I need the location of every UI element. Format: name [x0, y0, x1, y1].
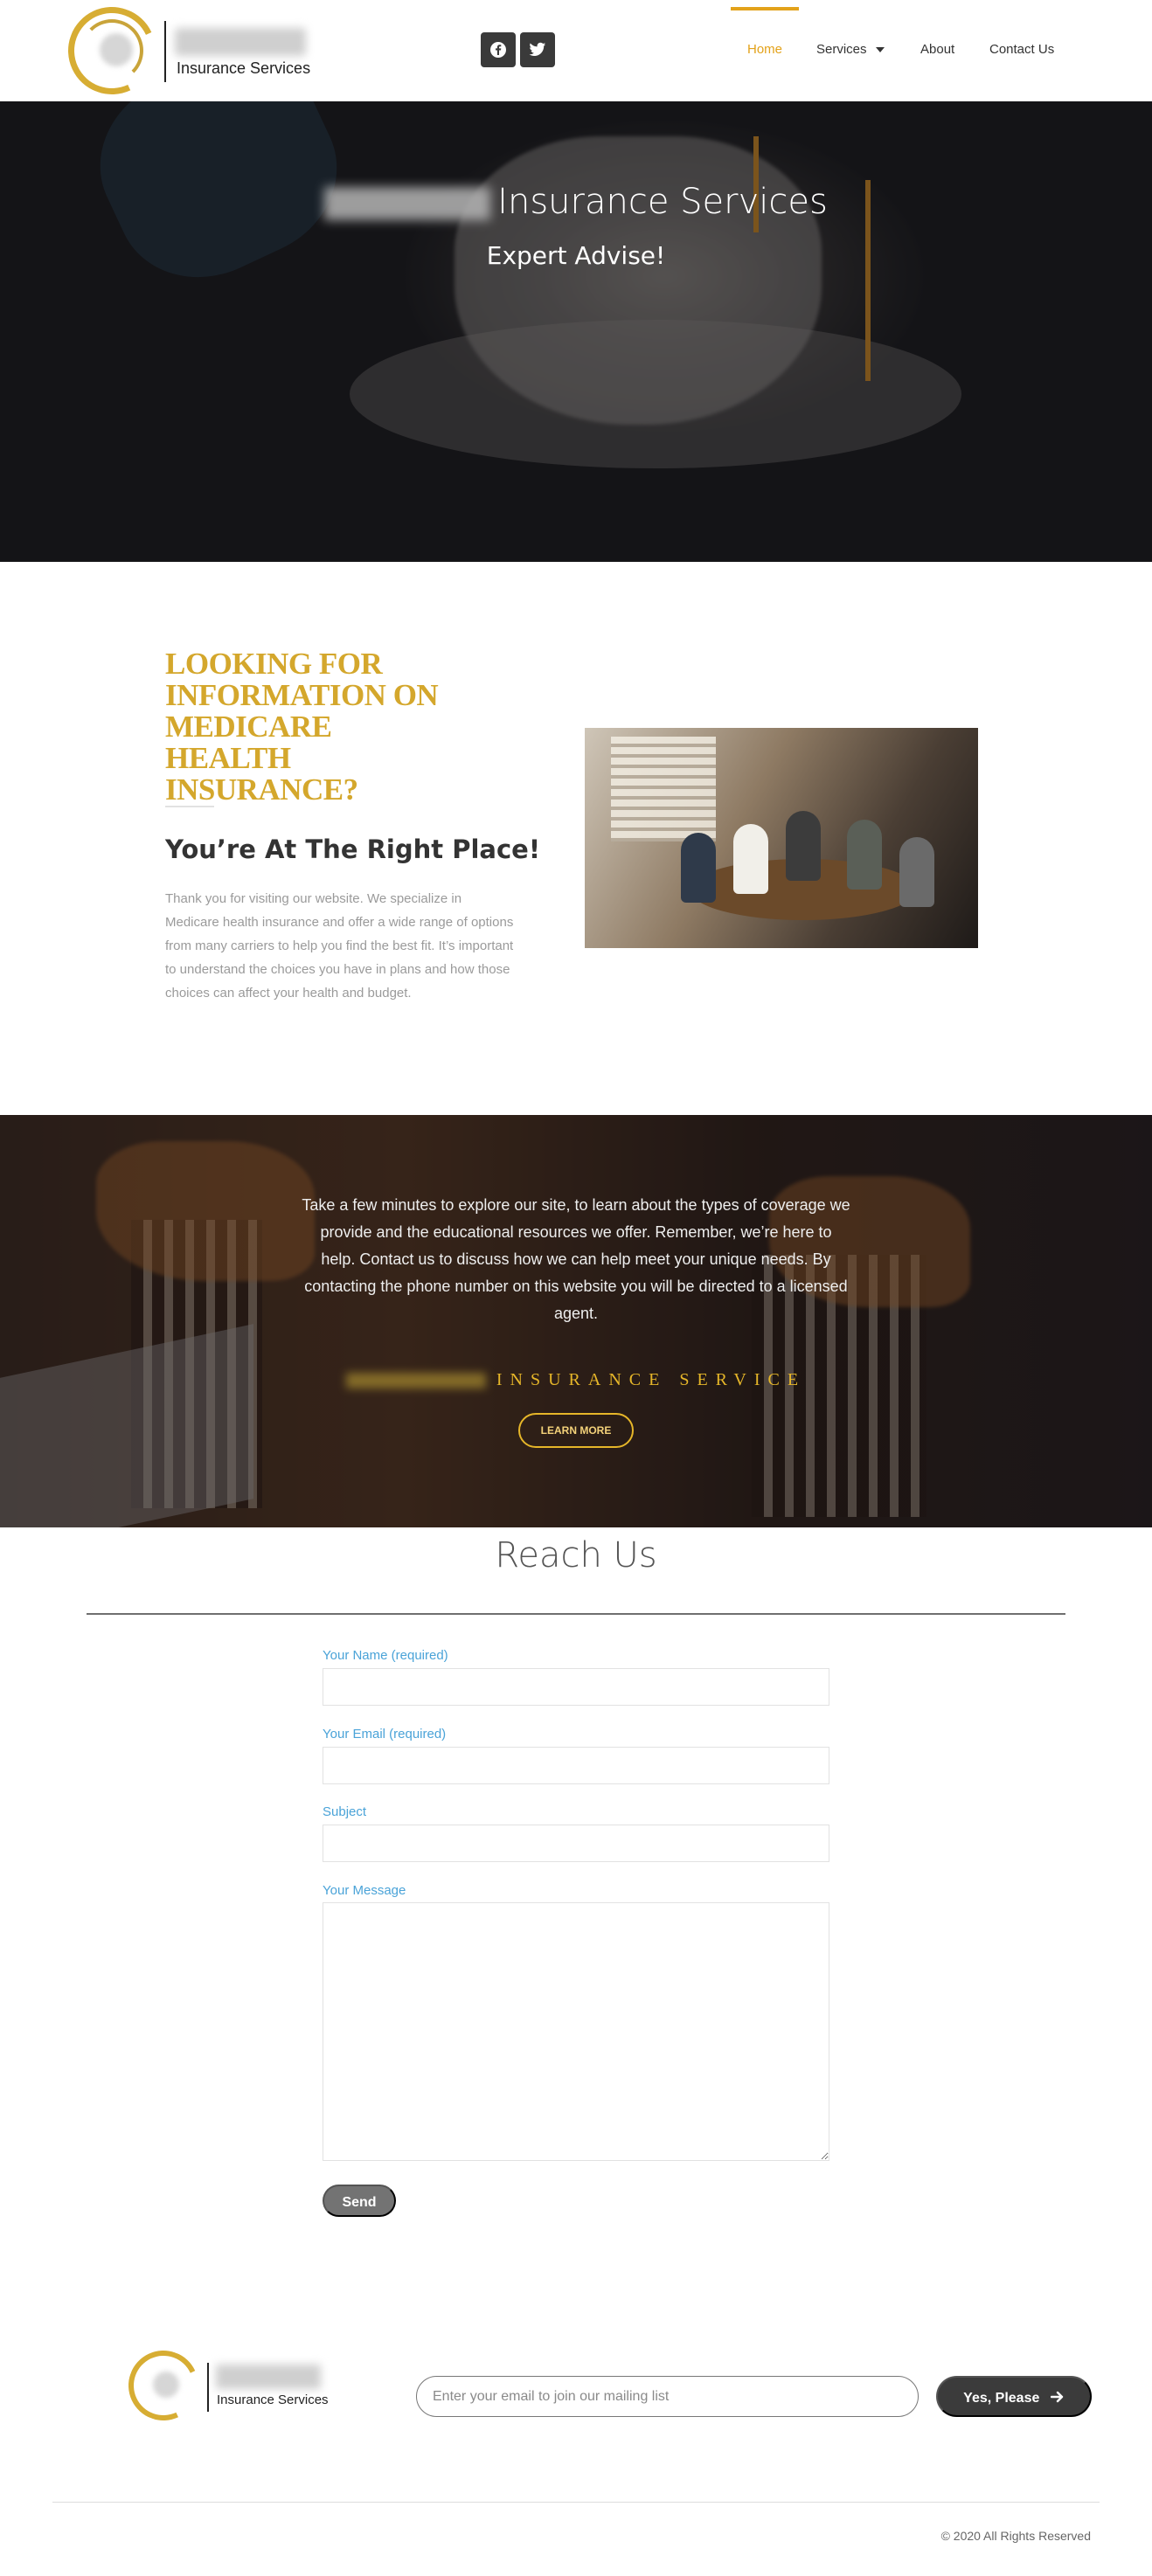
- hero-subtitle: Expert Advise!: [486, 241, 666, 270]
- twitter-button[interactable]: [520, 32, 555, 67]
- email-field[interactable]: [323, 1747, 829, 1784]
- footer-logo-text: Insurance Services: [217, 2392, 329, 2407]
- info-heading: LOOKING FOR INFORMATION ON MEDICARE HEAL…: [165, 647, 439, 807]
- info-divider: [165, 806, 214, 807]
- photo-person: [847, 820, 882, 890]
- learn-more-button[interactable]: LEARN MORE: [518, 1413, 634, 1448]
- caret-down-icon: [875, 47, 885, 53]
- site-logo[interactable]: Insurance Services: [55, 0, 330, 107]
- photo-person: [786, 811, 821, 881]
- hero-overlay: [0, 101, 1152, 562]
- hero-banner: [0, 101, 1152, 562]
- footer-logo-blurred-name: [216, 2365, 321, 2389]
- nav-item-contact[interactable]: Contact Us: [989, 42, 1054, 57]
- footer-logo-blurred-emblem: [153, 2372, 179, 2398]
- subject-label: Subject: [323, 1804, 367, 1819]
- footer-logo-divider: [207, 2363, 209, 2412]
- cta-brand-text: INSURANCE SERVICE: [496, 1370, 807, 1389]
- nav-item-services[interactable]: Services: [816, 42, 885, 57]
- facebook-icon: [490, 42, 506, 58]
- meeting-photo: [585, 728, 978, 948]
- hero-title-text: Insurance Services: [497, 182, 828, 222]
- logo-blurred-name: [175, 28, 306, 56]
- subscribe-button[interactable]: Yes, Please: [936, 2376, 1092, 2417]
- subscribe-label: Yes, Please: [963, 2391, 1040, 2406]
- nav-item-about[interactable]: About: [920, 42, 954, 57]
- mailing-list-email-input[interactable]: [416, 2376, 919, 2417]
- contact-title: Reach Us: [495, 1535, 657, 1575]
- photo-window: [611, 737, 716, 841]
- site-header: Insurance Services Home Services About C…: [0, 0, 1152, 107]
- cta-blurred-brand: [345, 1373, 486, 1389]
- arrow-right-icon: [1050, 2391, 1064, 2403]
- name-field[interactable]: [323, 1668, 829, 1706]
- photo-person: [681, 833, 716, 903]
- active-nav-indicator: [731, 7, 799, 10]
- subject-field[interactable]: [323, 1825, 829, 1862]
- send-button[interactable]: Send: [323, 2185, 396, 2217]
- nav-item-home[interactable]: Home: [747, 42, 782, 57]
- email-label: Your Email (required): [323, 1727, 447, 1742]
- twitter-icon: [529, 42, 546, 56]
- name-label: Your Name (required): [323, 1648, 448, 1663]
- cta-text: Take a few minutes to explore our site, …: [302, 1196, 850, 1322]
- photo-person: [733, 824, 768, 894]
- logo-blurred-emblem: [100, 33, 133, 66]
- footer-logo[interactable]: Insurance Services: [118, 2340, 338, 2431]
- photo-person: [899, 837, 934, 907]
- logo-text: Insurance Services: [177, 59, 311, 77]
- logo-divider: [164, 21, 166, 82]
- info-body: Thank you for visiting our website. We s…: [165, 891, 514, 1001]
- contact-divider: [87, 1613, 1065, 1615]
- copyright-text: © 2020 All Rights Reserved: [940, 2529, 1091, 2543]
- nav-item-services-label: Services: [816, 42, 867, 57]
- hero-blurred-brand: [324, 187, 491, 220]
- facebook-button[interactable]: [481, 32, 516, 67]
- cta-brand: INSURANCE SERVICE: [0, 1370, 1152, 1390]
- info-subheading: You’re At The Right Place!: [165, 834, 541, 864]
- hero-title: Insurance Services: [0, 182, 1152, 222]
- footer-divider: [52, 2502, 1100, 2503]
- message-field[interactable]: [323, 1902, 829, 2161]
- message-label: Your Message: [323, 1883, 406, 1898]
